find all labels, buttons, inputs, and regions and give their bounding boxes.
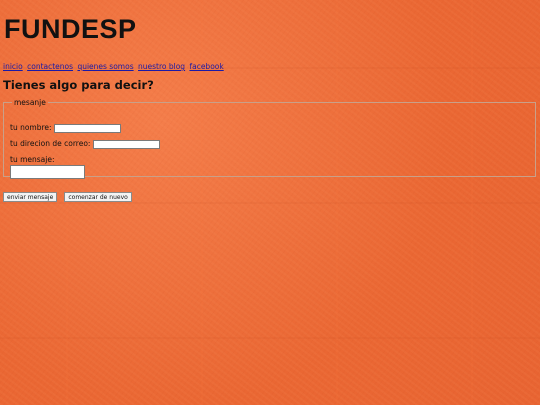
name-input[interactable] xyxy=(53,123,121,133)
form-buttons: enviar mensaje comenzar de nuevo xyxy=(3,192,134,211)
reset-button[interactable]: comenzar de nuevo xyxy=(64,192,132,202)
site-title: FUNDESP xyxy=(4,14,137,44)
nav-link-facebook[interactable]: facebook xyxy=(189,62,223,71)
send-message-button[interactable]: enviar mensaje xyxy=(3,192,58,202)
nav-link-contactenos[interactable]: contactenos xyxy=(27,62,73,71)
top-nav: inicio contactenos quienes somos nuestro… xyxy=(3,62,226,71)
name-row: tu nombre: xyxy=(10,123,121,133)
message-textarea[interactable] xyxy=(10,165,85,179)
nav-link-inicio[interactable]: inicio xyxy=(3,62,23,71)
message-row: tu mensaje: xyxy=(10,155,54,164)
email-input[interactable] xyxy=(92,139,160,149)
name-label: tu nombre: xyxy=(10,123,52,132)
nav-link-nuestro-blog[interactable]: nuestro blog xyxy=(138,62,185,71)
message-label: tu mensaje: xyxy=(10,155,55,164)
email-row: tu direcion de correo: xyxy=(10,139,160,149)
page-heading: Tienes algo para decir? xyxy=(3,78,154,92)
email-label: tu direcion de correo: xyxy=(10,139,91,148)
nav-link-quienes-somos[interactable]: quienes somos xyxy=(77,62,133,71)
message-fieldset: mesanje tu nombre: tu direcion de correo… xyxy=(3,98,536,179)
fieldset-legend: mesanje xyxy=(14,98,46,107)
